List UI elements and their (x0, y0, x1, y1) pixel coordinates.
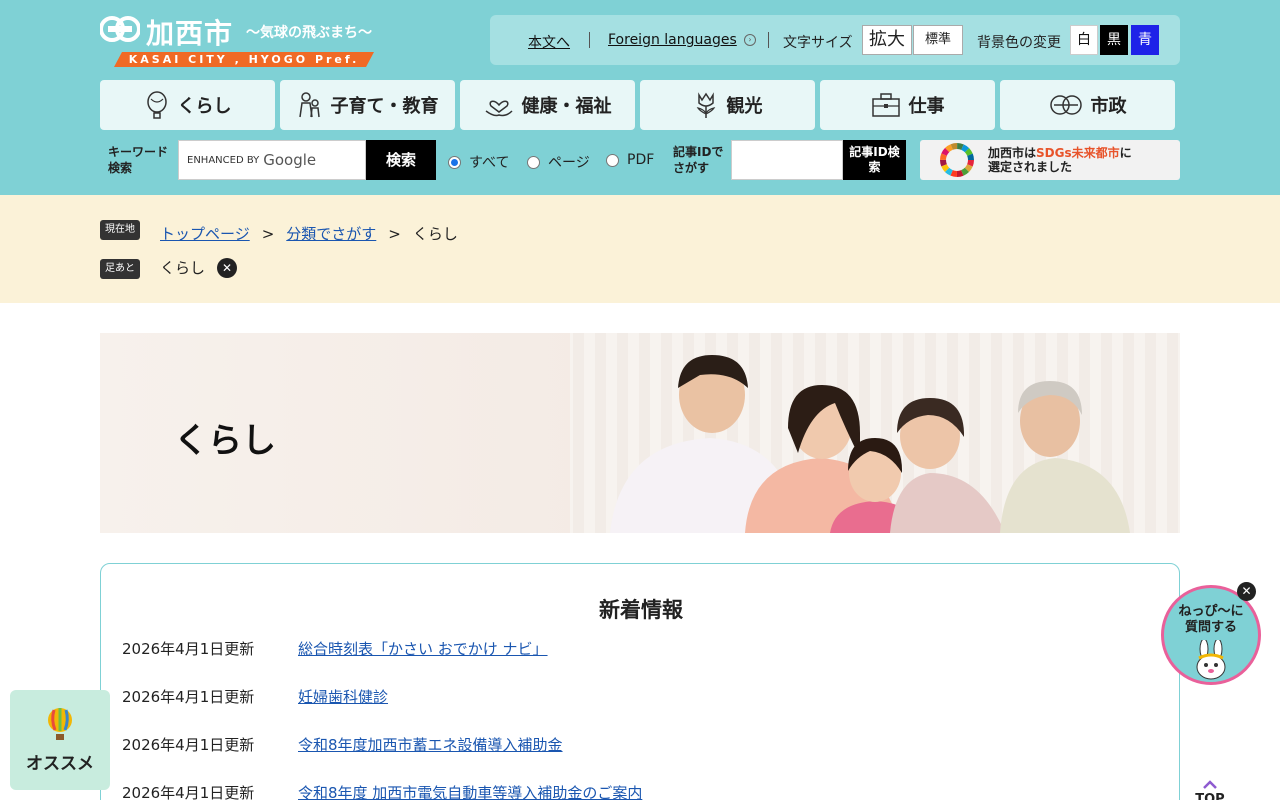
logo-city-name: 加西市 (146, 17, 234, 50)
nav-work[interactable]: 仕事 (820, 80, 995, 130)
article-id-input[interactable] (731, 140, 843, 180)
skip-to-content-link[interactable]: 本文へ (528, 32, 570, 52)
radio-page[interactable]: ページ (527, 152, 590, 172)
breadcrumb-separator: > (261, 224, 275, 243)
city-logo-icon (1049, 95, 1082, 115)
bg-black-button[interactable]: 黒 (1100, 25, 1128, 55)
radio-selected-indicator (448, 155, 461, 169)
tulip-icon (696, 92, 715, 118)
nav-health-welfare[interactable]: 健康・福祉 (460, 80, 635, 130)
history-item[interactable]: くらし (160, 257, 205, 278)
nav-tourism[interactable]: 観光 (640, 80, 815, 130)
chevron-up-icon (1203, 780, 1217, 789)
global-nav: くらし 子育て・教育 健康・福祉 観光 仕事 市政 (100, 80, 1180, 130)
news-item: 2026年4月1日更新 令和8年度 加西市電気自動車等導入補助金のご案内 (122, 782, 642, 800)
nav-label: 仕事 (908, 96, 945, 117)
category-hero: くらし (100, 333, 1180, 533)
news-date: 2026年4月1日更新 (122, 688, 255, 706)
news-link[interactable]: 令和8年度加西市蓄エネ設備導入補助金 (298, 734, 563, 755)
background-color-label: 背景色の変更 (977, 35, 1061, 51)
breadcrumb-category-link[interactable]: 分類でさがす (286, 223, 376, 244)
logo-catchphrase: 〜気球の飛ぶまち〜 (246, 25, 372, 41)
news-item: 2026年4月1日更新 令和8年度加西市蓄エネ設備導入補助金 (122, 734, 563, 755)
chatbot-label: ねっぴ〜に 質問する (1178, 604, 1244, 635)
close-icon[interactable]: ✕ (217, 257, 238, 278)
page-title: くらし (174, 421, 276, 461)
nav-label: 観光 (726, 96, 763, 117)
radio-label: PDF (627, 152, 655, 168)
news-heading: 新着情報 (599, 598, 683, 622)
sdgs-wheel-icon (940, 143, 974, 177)
balloon-icon (146, 91, 167, 119)
radio-pdf[interactable]: PDF (606, 152, 654, 168)
close-icon[interactable]: ✕ (1237, 582, 1256, 601)
news-link[interactable]: 総合時刻表「かさい おでかけ ナビ」 (298, 638, 548, 659)
breadcrumb-separator: > (388, 224, 401, 243)
breadcrumb-area: 現在地 トップページ > 分類でさがす > くらし 足あと くらし ✕ (0, 195, 1280, 303)
current-location-tag: 現在地 (100, 220, 140, 240)
nav-label: 市政 (1090, 96, 1127, 117)
radio-label: すべて (469, 155, 510, 171)
nav-label: 健康・福祉 (521, 96, 612, 117)
rabbit-mascot-icon (1196, 640, 1226, 680)
briefcase-icon (871, 93, 900, 117)
utility-bar: 本文へ Foreign languages › 文字サイズ 拡大 標準 背景色の… (490, 15, 1180, 65)
recommend-widget[interactable]: オススメ (10, 690, 110, 790)
breadcrumb-top-link[interactable]: トップページ (160, 223, 250, 244)
nav-kurashi[interactable]: くらし (100, 80, 275, 130)
search-row: キーワード検索 ENHANCED BY Google 検索 すべて ページ PD… (100, 140, 1180, 180)
news-date: 2026年4月1日更新 (122, 784, 255, 800)
breadcrumb: トップページ > 分類でさがす > くらし (160, 223, 458, 244)
site-logo[interactable]: 加西市 〜気球の飛ぶまち〜 KASAI CITY , HYOGO Pref. (100, 12, 380, 70)
font-size-label: 文字サイズ (783, 35, 853, 51)
nav-childcare-education[interactable]: 子育て・教育 (280, 80, 455, 130)
news-link[interactable]: 令和8年度 加西市電気自動車等導入補助金のご案内 (298, 782, 642, 800)
news-item: 2026年4月1日更新 妊婦歯科健診 (122, 686, 388, 707)
site-header: 加西市 〜気球の飛ぶまち〜 KASAI CITY , HYOGO Pref. 本… (0, 0, 1280, 195)
google-wordmark: Google (263, 151, 317, 169)
font-standard-button[interactable]: 標準 (913, 25, 963, 55)
back-to-top-label: TOP (1195, 792, 1225, 800)
bg-blue-button[interactable]: 青 (1131, 25, 1159, 55)
keyword-search-label: キーワード検索 (108, 145, 169, 175)
radio-all[interactable]: すべて (448, 152, 509, 172)
back-to-top-button[interactable]: TOP (1180, 770, 1240, 800)
news-item: 2026年4月1日更新 総合時刻表「かさい おでかけ ナビ」 (122, 638, 548, 659)
radio-indicator (527, 155, 540, 169)
foreign-languages-link[interactable]: Foreign languages (608, 32, 737, 48)
news-date: 2026年4月1日更新 (122, 736, 255, 754)
divider (589, 32, 590, 48)
enhanced-by-label: ENHANCED BY (187, 154, 260, 166)
breadcrumb-current: くらし (412, 225, 458, 243)
city-emblem-icon (100, 16, 140, 42)
radio-indicator (606, 153, 619, 167)
sdgs-banner-text: 加西市はSDGs未来都市に 選定されました (988, 146, 1132, 174)
nav-label: くらし (177, 96, 232, 117)
bg-white-button[interactable]: 白 (1070, 25, 1098, 55)
news-link[interactable]: 妊婦歯科健診 (298, 686, 388, 707)
recommend-label: オススメ (26, 754, 94, 774)
news-date: 2026年4月1日更新 (122, 640, 255, 658)
history-tag: 足あと (100, 259, 140, 279)
heart-hand-icon (485, 100, 513, 117)
nav-label: 子育て・教育 (330, 96, 439, 117)
logo-english-band: KASAI CITY , HYOGO Pref. (114, 52, 374, 67)
radio-label: ページ (548, 155, 590, 171)
search-button[interactable]: 検索 (366, 140, 436, 180)
news-panel: 新着情報 2026年4月1日更新 総合時刻表「かさい おでかけ ナビ」 2026… (100, 563, 1180, 800)
footprint-history: くらし ✕ (160, 257, 238, 278)
sdgs-banner[interactable]: 加西市はSDGs未来都市に 選定されました (920, 140, 1180, 180)
keyword-search-input[interactable]: ENHANCED BY Google (178, 140, 366, 180)
nav-city-government[interactable]: 市政 (1000, 80, 1175, 130)
font-enlarge-button[interactable]: 拡大 (862, 25, 912, 55)
article-id-label: 記事IDでさがす (673, 145, 724, 175)
family-icon (298, 92, 320, 118)
divider (768, 32, 769, 48)
balloon-icon (48, 708, 72, 740)
chevron-circle-icon: › (744, 34, 756, 46)
article-id-search-button[interactable]: 記事ID検索 (843, 140, 906, 180)
